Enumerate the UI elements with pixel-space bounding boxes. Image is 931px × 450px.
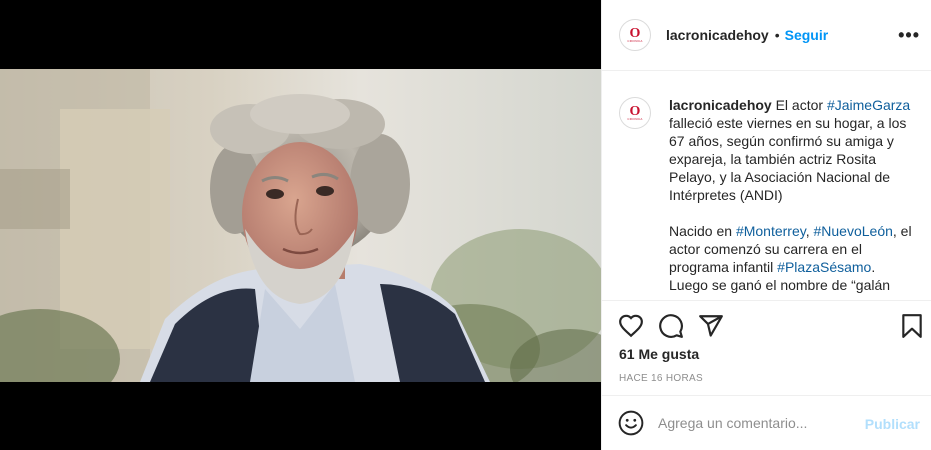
comment-icon[interactable]: [658, 313, 684, 339]
more-options-icon[interactable]: •••: [898, 26, 920, 44]
save-icon[interactable]: [899, 313, 925, 339]
caption-text-segment: Nacido en: [669, 223, 736, 239]
header-username[interactable]: lacronicadehoy: [666, 27, 769, 43]
comment-input[interactable]: [658, 415, 858, 431]
hashtag-link[interactable]: #NuevoLeón: [814, 223, 893, 239]
post-photo: [0, 69, 601, 382]
avatar[interactable]: O CRONICA: [619, 19, 651, 51]
caption-row: O CRONICA lacronicadehoy El actor #Jaime…: [619, 96, 916, 294]
publish-button[interactable]: Publicar: [865, 416, 920, 432]
caption-avatar-logo-text: CRONICA: [627, 116, 643, 121]
caption-text: lacronicadehoy El actor #JaimeGarza fall…: [669, 96, 915, 294]
caption-text-segment: ,: [805, 223, 814, 239]
caption-area[interactable]: O CRONICA lacronicadehoy El actor #Jaime…: [602, 72, 931, 300]
post-timestamp[interactable]: HACE 16 HORAS: [619, 373, 703, 384]
post-panel: O CRONICA lacronicadehoy • Seguir ••• O …: [601, 0, 931, 450]
hashtag-link[interactable]: #Monterrey: [736, 223, 806, 239]
post-header: O CRONICA lacronicadehoy • Seguir •••: [602, 0, 931, 71]
caption-text-segment: falleció este viernes en su hogar, a los…: [669, 115, 907, 203]
post-actions: [602, 300, 931, 350]
likes-count[interactable]: 61 Me gusta: [619, 346, 699, 362]
caption-paragraph-1: lacronicadehoy El actor #JaimeGarza fall…: [669, 96, 915, 204]
emoji-icon[interactable]: [618, 410, 644, 436]
avatar-logo-text: CRONICA: [627, 38, 643, 43]
header-separator: •: [774, 27, 780, 43]
actor-photo-illustration: [0, 69, 601, 382]
post-media[interactable]: [0, 0, 601, 450]
hashtag-link[interactable]: #JaimeGarza: [827, 97, 910, 113]
caption-username[interactable]: lacronicadehoy: [669, 97, 772, 113]
comment-bar: Publicar: [602, 395, 931, 450]
caption-text-segment: El actor: [771, 97, 827, 113]
share-icon[interactable]: [698, 313, 724, 339]
caption-avatar-logo-letter: O: [629, 103, 641, 119]
caption-avatar[interactable]: O CRONICA: [619, 97, 651, 129]
caption-paragraph-2: Nacido en #Monterrey, #NuevoLeón, el act…: [669, 222, 915, 294]
avatar-logo-letter: O: [629, 25, 641, 41]
heart-icon[interactable]: [618, 313, 644, 339]
follow-button[interactable]: Seguir: [785, 27, 829, 43]
hashtag-link[interactable]: #PlazaSésamo: [777, 259, 871, 275]
